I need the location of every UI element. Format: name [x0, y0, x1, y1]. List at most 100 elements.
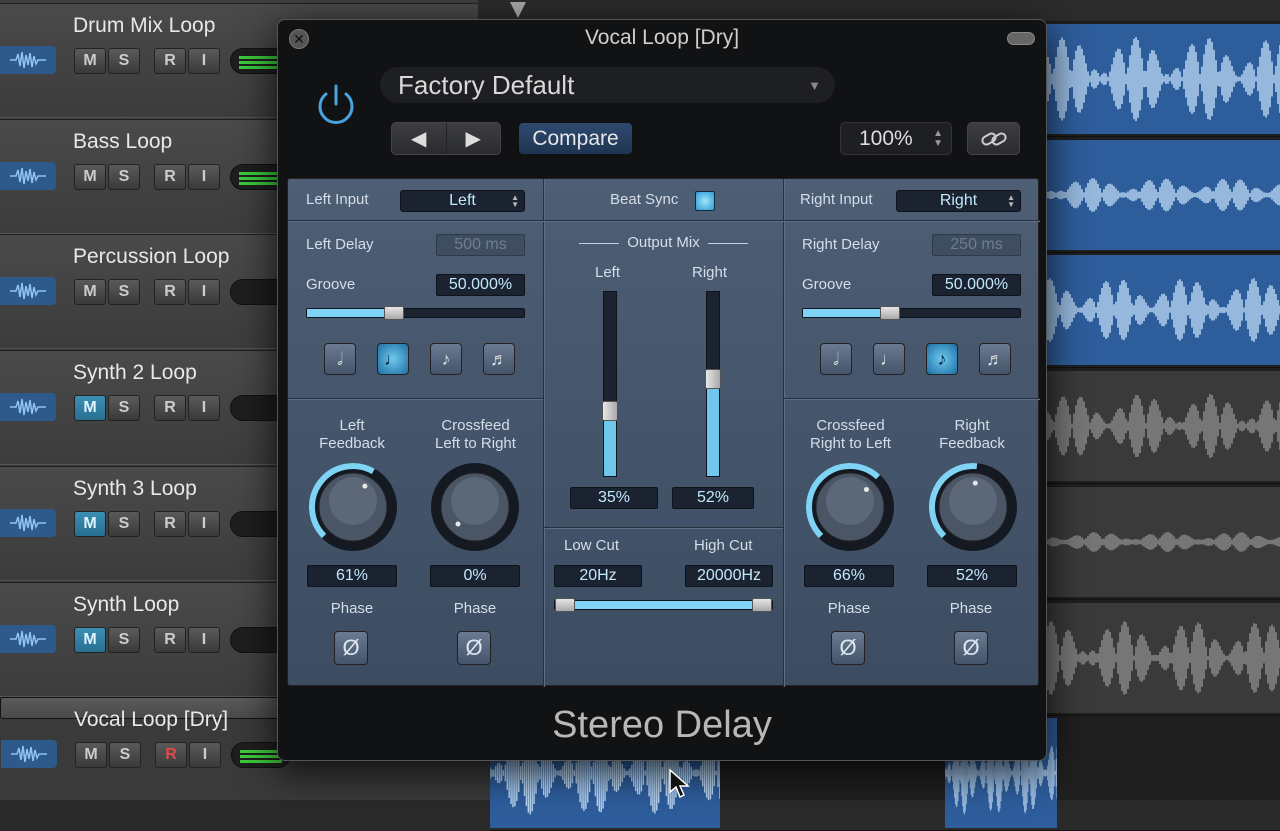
right-feedback-knob[interactable]: [927, 461, 1019, 553]
view-zoom-menu[interactable]: 100% ▲ ▼: [840, 122, 952, 155]
record-button[interactable]: R: [155, 742, 187, 769]
mute-button[interactable]: M: [74, 395, 106, 422]
note-value-button[interactable]: ♪: [430, 343, 462, 375]
solo-button[interactable]: S: [108, 48, 140, 74]
record-button[interactable]: R: [154, 395, 186, 422]
input-monitor-button[interactable]: I: [188, 395, 220, 422]
crossfeed-lr-knob[interactable]: [429, 461, 521, 553]
right-mix-field[interactable]: 52%: [672, 487, 754, 509]
audio-region[interactable]: [1040, 139, 1280, 250]
left-groove-field[interactable]: 50.000%: [436, 274, 525, 296]
left-mix-slider[interactable]: [602, 291, 618, 477]
left-feedback-knob[interactable]: [307, 461, 399, 553]
right-delay-label: Right Delay: [802, 236, 880, 253]
mute-button[interactable]: M: [75, 742, 107, 769]
preset-nav: ◀ ▶: [391, 122, 501, 155]
waveform-icon: [0, 624, 56, 653]
stepper-icon: ▲ ▼: [933, 128, 943, 149]
right-feedback-label: Right Feedback: [922, 417, 1022, 453]
solo-button[interactable]: S: [108, 395, 140, 422]
note-value-button[interactable]: ♬: [979, 343, 1011, 375]
crossfeed-lr-phase-button[interactable]: Ø: [457, 631, 491, 665]
input-monitor-button[interactable]: I: [188, 626, 220, 653]
track-name: Bass Loop: [73, 129, 173, 153]
mute-button[interactable]: M: [74, 48, 106, 74]
waveform-icon: [1, 740, 57, 769]
right-feedback-label-2: Feedback: [939, 435, 1005, 452]
stereo-delay-panel: Left Input Left ▲ ▼ Left Delay 500 ms Groo…: [287, 178, 1040, 687]
track-name: Percussion Loop: [73, 245, 230, 269]
phase-icon: Ø: [839, 635, 857, 660]
note-value-button[interactable]: ♩: [873, 343, 905, 375]
crossfeed-rl-phase-label: Phase: [827, 600, 871, 617]
low-cut-field[interactable]: 20Hz: [554, 565, 642, 587]
audio-region[interactable]: [1040, 486, 1280, 597]
power-icon[interactable]: [312, 80, 360, 128]
left-phase-button[interactable]: Ø: [334, 631, 368, 665]
low-cut-handle[interactable]: [555, 598, 575, 612]
record-button[interactable]: R: [154, 510, 186, 537]
audio-region[interactable]: [1040, 255, 1280, 366]
input-monitor-button[interactable]: I: [189, 742, 221, 769]
input-monitor-button[interactable]: I: [188, 48, 220, 74]
high-cut-handle[interactable]: [752, 598, 772, 612]
prev-preset-button[interactable]: ◀: [392, 123, 447, 154]
solo-button[interactable]: S: [108, 279, 140, 306]
window-title: Vocal Loop [Dry]: [584, 26, 740, 49]
note-value-button[interactable]: 𝅗𝅥: [324, 343, 356, 375]
right-input-select[interactable]: Right ▲ ▼: [896, 190, 1021, 212]
preset-menu[interactable]: Factory Default ▼: [380, 67, 835, 103]
mouse-cursor-icon: [669, 768, 690, 799]
left-groove-slider[interactable]: [306, 306, 525, 320]
note-value-button[interactable]: 𝅗𝅥: [820, 343, 852, 375]
collapse-button[interactable]: [1007, 32, 1035, 45]
left-feedback-label: Left Feedback: [302, 417, 402, 453]
right-feedback-field[interactable]: 52%: [927, 565, 1017, 587]
note-value-button[interactable]: ♩: [377, 343, 409, 375]
right-mix-slider[interactable]: [705, 291, 721, 477]
solo-button[interactable]: S: [108, 626, 140, 653]
beat-sync-toggle[interactable]: [695, 191, 715, 211]
audio-region[interactable]: [1040, 602, 1280, 713]
solo-button[interactable]: S: [108, 163, 140, 190]
right-phase-button[interactable]: Ø: [954, 631, 988, 665]
crossfeed-lr-field[interactable]: 0%: [430, 565, 520, 587]
left-input-select[interactable]: Left ▲ ▼: [400, 190, 525, 212]
left-feedback-field[interactable]: 61%: [307, 565, 397, 587]
high-cut-field[interactable]: 20000Hz: [685, 565, 773, 587]
crossfeed-rl-phase-button[interactable]: Ø: [831, 631, 865, 665]
solo-button[interactable]: S: [108, 510, 140, 537]
next-preset-button[interactable]: ▶: [447, 123, 501, 154]
right-groove-field[interactable]: 50.000%: [932, 274, 1021, 296]
crossfeed-rl-field[interactable]: 66%: [804, 565, 894, 587]
record-button[interactable]: R: [154, 279, 186, 306]
note-value-button[interactable]: ♬: [483, 343, 515, 375]
link-button[interactable]: [967, 122, 1020, 155]
input-monitor-button[interactable]: I: [188, 510, 220, 537]
left-mix-field[interactable]: 35%: [570, 487, 658, 509]
crossfeed-rl-knob[interactable]: [804, 461, 896, 553]
left-feedback-label-2: Feedback: [319, 435, 385, 452]
cut-range-slider[interactable]: [554, 598, 773, 612]
track-name: Drum Mix Loop: [73, 14, 216, 37]
input-monitor-button[interactable]: I: [188, 163, 220, 190]
waveform-icon: [0, 393, 56, 422]
audio-region[interactable]: [1040, 24, 1280, 134]
right-groove-slider[interactable]: [802, 306, 1021, 320]
right-feedback-label-1: Right: [954, 417, 990, 434]
record-button[interactable]: R: [154, 48, 186, 74]
mute-button[interactable]: M: [74, 163, 106, 190]
record-button[interactable]: R: [154, 163, 186, 190]
mute-button[interactable]: M: [74, 510, 106, 537]
record-button[interactable]: R: [154, 626, 186, 653]
preset-label: Factory Default: [398, 69, 575, 100]
note-value-button[interactable]: ♪: [926, 343, 958, 375]
compare-button[interactable]: Compare: [518, 122, 633, 155]
right-delay-field[interactable]: 250 ms: [932, 234, 1021, 256]
solo-button[interactable]: S: [109, 742, 141, 769]
mute-button[interactable]: M: [74, 279, 106, 306]
mute-button[interactable]: M: [74, 626, 106, 653]
left-delay-field[interactable]: 500 ms: [436, 234, 525, 256]
input-monitor-button[interactable]: I: [188, 279, 220, 306]
audio-region[interactable]: [1040, 371, 1280, 482]
